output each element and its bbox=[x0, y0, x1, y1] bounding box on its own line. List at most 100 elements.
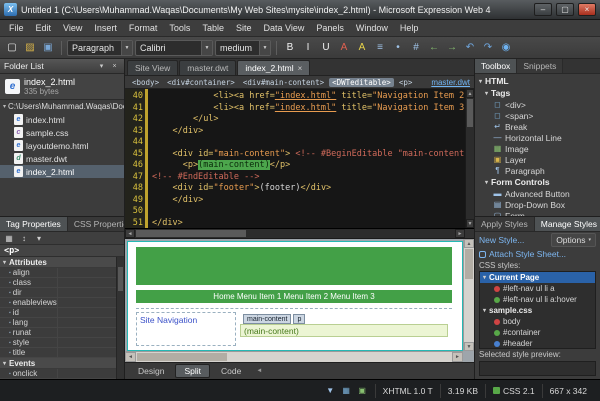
font-family-combo[interactable]: Calibri▼ bbox=[135, 40, 213, 56]
bold-icon[interactable]: B bbox=[282, 40, 298, 56]
code-line[interactable]: </div> bbox=[152, 195, 465, 207]
minimize-button[interactable]: – bbox=[534, 3, 552, 16]
section-header-attributes[interactable]: ▾Attributes bbox=[0, 257, 116, 268]
property-row-runat[interactable]: ▪runat bbox=[0, 328, 116, 338]
view-tab-design[interactable]: Design bbox=[129, 364, 173, 378]
open-folder-icon[interactable]: ▨ bbox=[22, 40, 38, 56]
toolbox-item-break[interactable]: ↵Break bbox=[475, 121, 600, 132]
tag-label-p[interactable]: p bbox=[293, 314, 305, 324]
close-tab-icon[interactable]: × bbox=[298, 64, 303, 73]
tab-toolbox[interactable]: Toolbox bbox=[475, 59, 517, 73]
property-value[interactable] bbox=[58, 369, 116, 378]
property-row-style[interactable]: ▪style bbox=[0, 338, 116, 348]
style-group-sample-css[interactable]: ▾sample.css bbox=[480, 305, 595, 316]
tab-manage-styles[interactable]: Manage Styles bbox=[535, 217, 600, 231]
options-button[interactable]: Options ▾ bbox=[551, 233, 596, 247]
tag-crumb-p[interactable]: <p> bbox=[396, 78, 416, 87]
view-tab-split[interactable]: Split bbox=[175, 364, 210, 378]
scroll-down-icon[interactable]: ▼ bbox=[466, 219, 474, 228]
close-button[interactable]: × bbox=[578, 3, 596, 16]
dropdown-arrow-icon[interactable]: ▼ bbox=[259, 41, 270, 55]
style-rule-header[interactable]: #header bbox=[480, 338, 595, 349]
align-left-icon[interactable]: ≡ bbox=[372, 40, 388, 56]
property-row-id[interactable]: ▪id bbox=[0, 308, 116, 318]
highlight-icon[interactable]: A bbox=[354, 40, 370, 56]
file-item-master-dwt[interactable]: dmaster.dwt bbox=[0, 152, 124, 165]
toolbox-item-advanced-button[interactable]: ▬Advanced Button bbox=[475, 188, 600, 199]
view-tab-code[interactable]: Code bbox=[212, 364, 250, 378]
tab-tag-properties[interactable]: Tag Properties bbox=[0, 217, 68, 231]
code-line[interactable]: </div> bbox=[152, 126, 465, 138]
property-value[interactable] bbox=[58, 268, 116, 277]
code-line[interactable]: <p>(main-content)</p> bbox=[152, 160, 465, 172]
scroll-right-icon[interactable]: ► bbox=[455, 229, 465, 238]
italic-icon[interactable]: I bbox=[300, 40, 316, 56]
property-value[interactable] bbox=[58, 338, 116, 347]
code-vertical-scrollbar[interactable]: ▲ ▼ bbox=[465, 89, 474, 228]
code-line[interactable]: <li><a href="index.html" title="Navigati… bbox=[152, 91, 465, 103]
indent-icon[interactable]: → bbox=[444, 40, 460, 56]
property-value[interactable] bbox=[58, 288, 116, 297]
dropdown-arrow-icon[interactable]: ▼ bbox=[201, 41, 212, 55]
save-icon[interactable]: ▣ bbox=[40, 40, 56, 56]
property-row-lang[interactable]: ▪lang bbox=[0, 318, 116, 328]
scrollbar-thumb[interactable] bbox=[137, 353, 227, 361]
code-line[interactable]: </ul> bbox=[152, 114, 465, 126]
attach-stylesheet-link[interactable]: Attach Style Sheet... bbox=[489, 249, 566, 259]
tab-apply-styles[interactable]: Apply Styles bbox=[475, 217, 535, 231]
preview-icon[interactable]: ◉ bbox=[498, 40, 514, 56]
paragraph-style-combo[interactable]: Paragraph▼ bbox=[67, 40, 133, 56]
scroll-up-icon[interactable]: ▲ bbox=[466, 89, 474, 98]
menu-item-window[interactable]: Window bbox=[350, 21, 394, 35]
tag-crumb-body[interactable]: <body> bbox=[129, 78, 162, 87]
numbering-icon[interactable]: # bbox=[408, 40, 424, 56]
status-css-2-1[interactable]: CSS 2.1 bbox=[485, 384, 542, 398]
property-row-onclick[interactable]: ▪onclick bbox=[0, 369, 116, 379]
style-group-current-page[interactable]: ▾Current Page bbox=[480, 272, 595, 283]
undo-icon[interactable]: ↶ bbox=[462, 40, 478, 56]
menu-item-insert[interactable]: Insert bbox=[88, 21, 123, 35]
style-rule-left-nav-ul-li-a-hover[interactable]: #left-nav ul li a:hover bbox=[480, 294, 595, 305]
toolbox-item-paragraph[interactable]: ¶Paragraph bbox=[475, 165, 600, 176]
toolbox-item-form[interactable]: ▢Form bbox=[475, 210, 600, 216]
property-row-class[interactable]: ▪class bbox=[0, 278, 116, 288]
code-line[interactable] bbox=[152, 137, 465, 149]
code-line[interactable]: </div> bbox=[152, 218, 465, 229]
property-value[interactable] bbox=[58, 278, 116, 287]
dropdown-arrow-icon[interactable]: ▼ bbox=[121, 41, 132, 55]
tab-index-2-html[interactable]: index_2.html× bbox=[237, 60, 310, 75]
design-page[interactable]: Home Menu Item 1 Menu Item 2 Menu Item 3… bbox=[127, 241, 463, 351]
toolbox-item-layer[interactable]: ▣Layer bbox=[475, 154, 600, 165]
design-menu-bar[interactable]: Home Menu Item 1 Menu Item 2 Menu Item 3 bbox=[136, 290, 452, 303]
tag-crumb-div-main-content[interactable]: <div#main-content> bbox=[240, 78, 327, 87]
new-document-icon[interactable]: ▢ bbox=[4, 40, 20, 56]
menu-item-tools[interactable]: Tools bbox=[163, 21, 196, 35]
scroll-up-icon[interactable]: ▲ bbox=[464, 239, 474, 248]
toolbox-section-html[interactable]: ▾HTML bbox=[475, 75, 600, 87]
tab-scroll-icon[interactable]: ◄ bbox=[256, 368, 262, 374]
visual-aids-icon[interactable]: ▦ bbox=[340, 384, 353, 397]
code-horizontal-scrollbar[interactable]: ◄ ► bbox=[125, 229, 474, 239]
tab-snippets[interactable]: Snippets bbox=[517, 59, 563, 73]
scroll-left-icon[interactable]: ◄ bbox=[125, 229, 135, 238]
toolbox-item-image[interactable]: ▦Image bbox=[475, 143, 600, 154]
design-header-block[interactable] bbox=[136, 247, 452, 285]
menu-item-table[interactable]: Table bbox=[196, 21, 230, 35]
alphabetical-sort-icon[interactable]: ↕ bbox=[18, 233, 30, 244]
redo-icon[interactable]: ↷ bbox=[480, 40, 496, 56]
scrollbar-thumb[interactable] bbox=[467, 99, 473, 127]
code-line[interactable]: <div id="footer">(footer)</div> bbox=[152, 183, 465, 195]
scrollbar-thumb[interactable] bbox=[136, 230, 246, 237]
menu-item-help[interactable]: Help bbox=[394, 21, 425, 35]
toolbox-item-span[interactable]: ◻<span> bbox=[475, 110, 600, 121]
expand-arrow-icon[interactable]: ▾ bbox=[3, 103, 6, 110]
menu-item-edit[interactable]: Edit bbox=[30, 21, 58, 35]
toolbox-item-div[interactable]: ◻<div> bbox=[475, 99, 600, 110]
menu-item-data-view[interactable]: Data View bbox=[257, 21, 310, 35]
tab-site-view[interactable]: Site View bbox=[127, 60, 178, 75]
toolbox-item-horizontal-line[interactable]: —Horizontal Line bbox=[475, 132, 600, 143]
code-line[interactable]: <!-- #EndEditable --> bbox=[152, 172, 465, 184]
categorized-icon[interactable]: ▦ bbox=[3, 233, 15, 244]
code-lines[interactable]: <li><a href="index.html" title="Navigati… bbox=[148, 89, 465, 228]
property-value[interactable] bbox=[58, 348, 116, 357]
